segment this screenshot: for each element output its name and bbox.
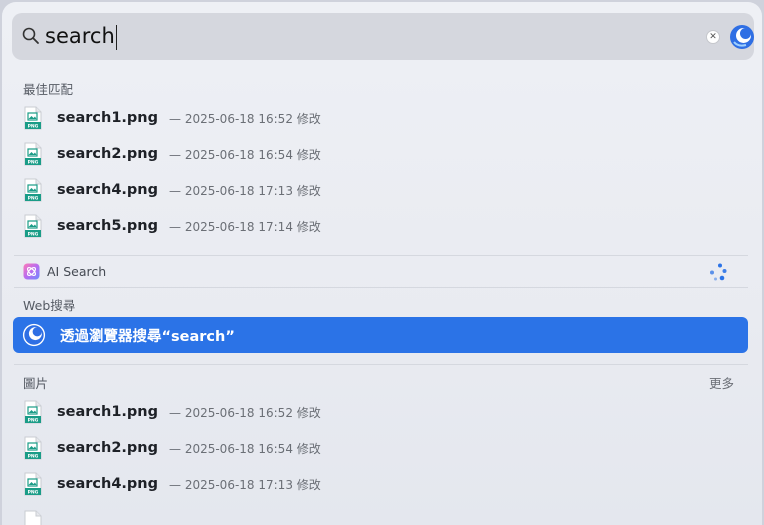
search-bar[interactable]: search ✕: [12, 13, 754, 60]
list-item[interactable]: [22, 502, 742, 525]
browser-logo-icon: [22, 323, 46, 347]
svg-text:PNG: PNG: [28, 160, 39, 166]
list-item[interactable]: PNG search2.png — 2025-06-18 16:54 修改: [22, 136, 742, 172]
file-modified: — 2025-06-18 17:14 修改: [169, 219, 321, 234]
png-file-icon: PNG: [24, 472, 42, 496]
png-file-icon: PNG: [24, 106, 42, 130]
ai-search-row[interactable]: AI Search: [23, 261, 106, 281]
divider: [14, 255, 748, 256]
ai-search-label: AI Search: [47, 263, 107, 279]
png-file-icon: PNG: [24, 214, 42, 238]
svg-text:PNG: PNG: [28, 196, 39, 202]
file-modified: — 2025-06-18 16:52 修改: [169, 111, 321, 126]
divider: [14, 287, 748, 288]
section-title-images: 圖片: [23, 376, 49, 391]
section-title-best-match: 最佳匹配: [23, 82, 74, 97]
file-modified: — 2025-06-18 17:13 修改: [169, 477, 321, 492]
file-modified: — 2025-06-18 16:52 修改: [169, 405, 321, 420]
browser-logo-icon[interactable]: [729, 24, 755, 50]
png-file-icon: PNG: [24, 178, 42, 202]
launcher-panel: search ✕ 最佳匹配 PNG search1.png — 2025-06-…: [2, 2, 762, 525]
section-title-web-search: Web搜尋: [23, 298, 76, 313]
png-file-icon: PNG: [24, 400, 42, 424]
file-name: search1.png: [57, 404, 158, 420]
file-name: search4.png: [57, 476, 158, 492]
loading-spinner-icon: [710, 263, 727, 281]
png-file-icon: PNG: [24, 142, 42, 166]
file-modified: — 2025-06-18 16:54 修改: [169, 441, 321, 456]
file-modified: — 2025-06-18 16:54 修改: [169, 147, 321, 162]
list-item[interactable]: PNG search4.png — 2025-06-18 17:13 修改: [22, 172, 742, 208]
svg-text:PNG: PNG: [28, 124, 39, 130]
divider: [14, 364, 748, 365]
list-item[interactable]: PNG search4.png — 2025-06-18 17:13 修改: [22, 466, 742, 502]
browser-search-label: 透過瀏覽器搜尋“search”: [60, 328, 235, 345]
search-icon: [22, 27, 39, 44]
file-name: search4.png: [57, 182, 158, 198]
text-caret: [116, 25, 117, 50]
file-name: search1.png: [57, 110, 158, 126]
svg-text:PNG: PNG: [28, 490, 39, 496]
file-name: search2.png: [57, 440, 158, 456]
file-modified: — 2025-06-18 17:13 修改: [169, 183, 321, 198]
search-input[interactable]: search: [45, 23, 115, 49]
svg-text:PNG: PNG: [28, 454, 39, 460]
svg-text:PNG: PNG: [28, 418, 39, 424]
png-file-icon: [24, 510, 42, 525]
ai-search-icon: [23, 263, 40, 279]
list-item[interactable]: PNG search2.png — 2025-06-18 16:54 修改: [22, 430, 742, 466]
png-file-icon: PNG: [24, 436, 42, 460]
list-item[interactable]: PNG search5.png — 2025-06-18 17:14 修改: [22, 208, 742, 244]
clear-search-button[interactable]: ✕: [706, 30, 720, 44]
browser-search-item[interactable]: 透過瀏覽器搜尋“search”: [13, 317, 748, 353]
svg-text:PNG: PNG: [28, 232, 39, 238]
more-link[interactable]: 更多: [709, 373, 734, 392]
list-item[interactable]: PNG search1.png — 2025-06-18 16:52 修改: [22, 100, 742, 136]
list-item[interactable]: PNG search1.png — 2025-06-18 16:52 修改: [22, 394, 742, 430]
file-name: search5.png: [57, 218, 158, 234]
file-name: search2.png: [57, 146, 158, 162]
